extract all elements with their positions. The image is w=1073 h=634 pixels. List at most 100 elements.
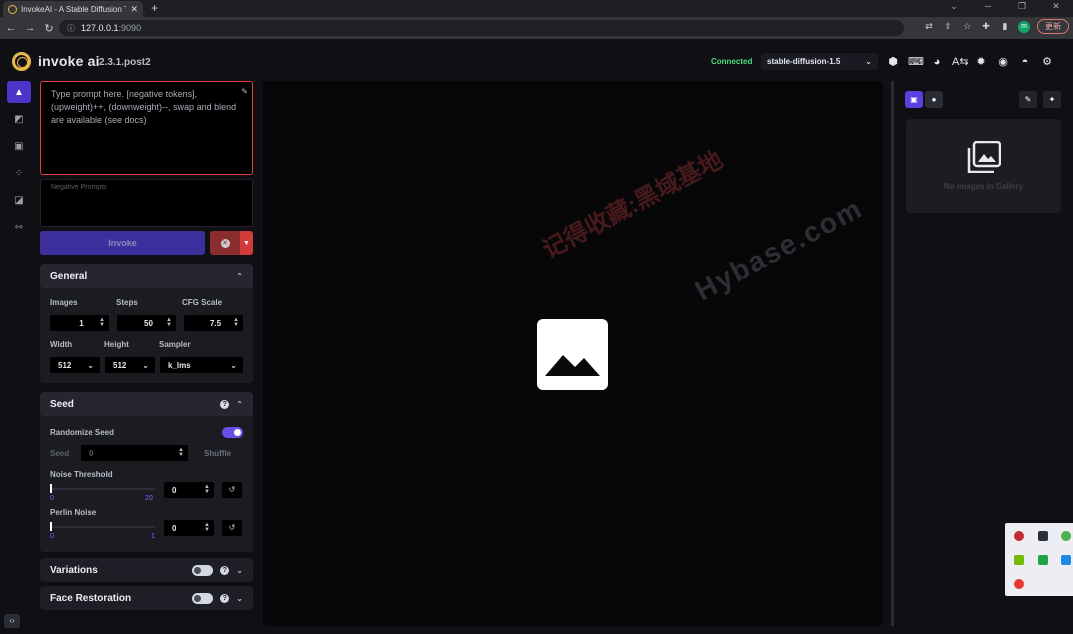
tab-unified-canvas[interactable]: ▣ xyxy=(7,135,31,157)
width-select[interactable]: 512 ⌄ xyxy=(50,357,100,373)
translate-icon[interactable]: ⇄ xyxy=(923,21,935,32)
noise-threshold-input[interactable]: 0 ▲ ▼ xyxy=(164,482,214,498)
perlin-noise-input[interactable]: 0 ▲ ▼ xyxy=(164,520,214,536)
help-icon[interactable]: ? xyxy=(220,399,230,409)
hotkeys-icon[interactable]: ⌨ xyxy=(908,55,924,69)
randomize-seed-toggle[interactable] xyxy=(222,426,243,438)
pin-gallery-button[interactable]: ✦ xyxy=(1043,91,1061,108)
prompt-input[interactable]: Type prompt here. [negative tokens], (up… xyxy=(40,81,253,175)
shuffle-button[interactable]: Shuffle xyxy=(204,449,231,458)
cancel-menu-button[interactable]: ▼ xyxy=(240,231,253,255)
minimize-icon[interactable]: ─ xyxy=(971,1,1005,12)
stepper-icon[interactable]: ▲ ▼ xyxy=(178,447,184,458)
stepper-icon[interactable]: ▲ ▼ xyxy=(204,522,210,533)
reset-perlin-button[interactable]: ↺ xyxy=(222,520,242,536)
invokeai-favicon-icon xyxy=(8,4,17,14)
tray-app-icon[interactable] xyxy=(1061,531,1071,541)
section-title: General xyxy=(50,270,88,282)
reload-icon[interactable]: ↻ xyxy=(41,22,57,35)
invoke-button[interactable]: Invoke xyxy=(40,231,205,255)
general-section-header[interactable]: General ⌃ xyxy=(40,264,253,288)
seed-input[interactable]: 0 ▲ ▼ xyxy=(81,445,188,461)
chevron-down-icon: ⌄ xyxy=(865,57,872,66)
brand-name: invoke ai xyxy=(38,53,100,69)
close-tab-icon[interactable]: ✕ xyxy=(130,4,138,15)
pin-icon[interactable]: ✎ xyxy=(241,85,248,98)
model-manager-icon[interactable]: ⬢ xyxy=(886,55,900,69)
height-select[interactable]: 512 ⌄ xyxy=(105,357,155,373)
browser-tab[interactable]: InvokeAI - A Stable Diffusion T ✕ xyxy=(3,1,143,17)
tab-text-to-image[interactable]: ▲ xyxy=(7,81,31,103)
discord-icon[interactable]: ◓ xyxy=(1018,55,1032,69)
perlin-noise-slider[interactable]: 0 1 xyxy=(50,520,164,542)
tray-app-icon[interactable] xyxy=(1014,555,1024,565)
address-bar[interactable]: ⓘ 127.0.0.1:9090 xyxy=(59,20,904,36)
general-labels-row-2: Width Height Sampler xyxy=(50,340,243,349)
tray-app-icon[interactable] xyxy=(1014,579,1024,589)
tab-postprocessing[interactable]: ◪ xyxy=(7,189,31,211)
stepper-icon[interactable]: ▲ ▼ xyxy=(166,317,172,328)
tray-app-icon[interactable] xyxy=(1061,555,1071,565)
close-window-icon[interactable]: ✕ xyxy=(1039,1,1073,12)
noise-threshold-slider[interactable]: 0 20 xyxy=(50,482,164,504)
reset-noise-button[interactable]: ↺ xyxy=(222,482,242,498)
profile-avatar[interactable]: m xyxy=(1018,20,1030,33)
gallery-settings-button[interactable]: ✎ xyxy=(1019,91,1037,108)
language-icon[interactable]: A⇆ xyxy=(952,55,969,69)
negative-prompt-input[interactable]: Negative Prompts xyxy=(40,179,253,227)
variations-toggle[interactable] xyxy=(192,564,214,576)
settings-gear-icon[interactable]: ⚙ xyxy=(1040,55,1054,69)
sidepanel-icon[interactable]: ▮ xyxy=(999,21,1011,32)
tab-training[interactable]: ⇿ xyxy=(7,216,31,238)
model-select[interactable]: stable-diffusion-1.5 ⌄ xyxy=(761,53,878,70)
tray-app-icon[interactable] xyxy=(1038,555,1048,565)
tab-image-to-image[interactable]: ◩ xyxy=(7,108,31,130)
tray-app-icon[interactable] xyxy=(1038,531,1048,541)
cfg-scale-input[interactable]: 7.5 ▲ ▼ xyxy=(184,315,243,331)
github-icon[interactable]: ◉ xyxy=(996,55,1010,69)
seed-label: Seed xyxy=(50,448,70,458)
slider-handle[interactable] xyxy=(50,484,52,493)
slider-max: 1 xyxy=(151,533,155,540)
help-icon[interactable]: ? xyxy=(220,593,230,603)
info-icon[interactable]: ⓘ xyxy=(67,23,75,34)
cancel-button[interactable]: ✕ xyxy=(210,231,240,255)
extensions-icon[interactable]: ✚ xyxy=(980,21,992,32)
images-input[interactable]: 1 ▲ ▼ xyxy=(50,315,109,331)
code-icon: ‹› xyxy=(9,616,15,625)
star-icon[interactable]: ☆ xyxy=(961,21,973,32)
tab-uploads[interactable]: ● xyxy=(925,91,943,108)
new-tab-button[interactable]: + xyxy=(151,1,158,15)
slider-handle[interactable] xyxy=(50,522,52,531)
forward-icon[interactable]: → xyxy=(22,22,38,34)
chevron-up-icon: ⌃ xyxy=(236,399,243,409)
update-button[interactable]: 更新 xyxy=(1037,19,1069,34)
variations-section-header[interactable]: Variations ? ⌄ xyxy=(40,558,253,582)
sampler-select[interactable]: k_lms ⌄ xyxy=(160,357,243,373)
prompt-placeholder: Type prompt here. [negative tokens], (up… xyxy=(51,89,237,125)
share-icon[interactable]: ⇪ xyxy=(942,21,954,32)
cfg-scale-value: 7.5 xyxy=(209,318,222,328)
theme-palette-icon[interactable]: ◕ xyxy=(930,55,944,69)
stepper-icon[interactable]: ▲ ▼ xyxy=(99,317,105,328)
tab-nodes[interactable]: ⁘ xyxy=(7,162,31,184)
restore-icon[interactable]: ❐ xyxy=(1005,1,1039,12)
face-restoration-section-header[interactable]: Face Restoration ? ⌄ xyxy=(40,586,253,610)
images-icon: ▣ xyxy=(910,95,918,104)
width-value: 512 xyxy=(58,360,72,370)
seed-section-header[interactable]: Seed ? ⌃ xyxy=(40,392,253,416)
tab-generations[interactable]: ▣ xyxy=(905,91,923,108)
height-value: 512 xyxy=(113,360,127,370)
stepper-icon[interactable]: ▲ ▼ xyxy=(233,317,239,328)
bug-report-icon[interactable]: ✹ xyxy=(974,55,988,69)
steps-input[interactable]: 50 ▲ ▼ xyxy=(117,315,176,331)
toggle-panel-button[interactable]: ‹› xyxy=(4,614,20,628)
help-icon[interactable]: ? xyxy=(220,565,230,575)
tray-app-icon[interactable] xyxy=(1014,531,1024,541)
seed-header-actions: ? ⌃ xyxy=(220,399,243,409)
chevron-down-icon[interactable]: ⌄ xyxy=(937,1,971,12)
back-icon[interactable]: ← xyxy=(3,22,19,34)
invokeai-logo-icon xyxy=(12,52,31,71)
stepper-icon[interactable]: ▲ ▼ xyxy=(204,484,210,495)
face-restoration-toggle[interactable] xyxy=(192,592,214,604)
